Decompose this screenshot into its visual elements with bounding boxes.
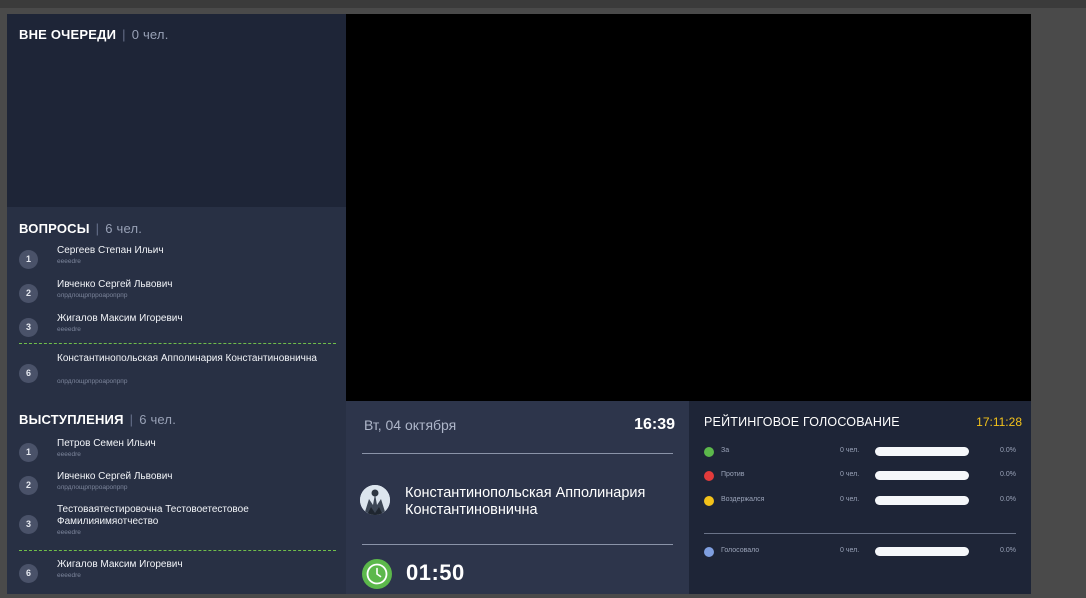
vote-bar — [875, 547, 969, 556]
vote-count: 0 чел. — [840, 471, 860, 478]
person-subtitle: eeeedre — [57, 529, 81, 536]
list-item[interactable]: 1 Сергеев Степан Ильич eeeedre — [19, 245, 339, 275]
separator — [362, 453, 673, 454]
divider: | — [129, 412, 134, 427]
separator — [704, 533, 1016, 534]
current-speaker-panel: Вт, 04 октября 16:39 Константинопольская… — [346, 401, 689, 594]
vote-label: Против — [721, 471, 745, 478]
queue-number: 6 — [19, 564, 38, 583]
speeches-count: 6 чел. — [139, 412, 177, 427]
vote-title: РЕЙТИНГОВОЕ ГОЛОСОВАНИЕ — [704, 415, 900, 429]
out-of-queue-count: 0 чел. — [131, 27, 169, 42]
queue-number: 1 — [19, 250, 38, 269]
speeches-header: ВЫСТУПЛЕНИЯ | 6 чел. — [19, 412, 176, 427]
list-item[interactable]: 3 Тестоваятестировочна Тестовоетестовое … — [19, 504, 339, 544]
queue-number: 3 — [19, 515, 38, 534]
queue-divider — [19, 550, 336, 551]
vote-percent: 0.0% — [1000, 547, 1016, 554]
questions-header: ВОПРОСЫ | 6 чел. — [19, 221, 142, 236]
person-name: Сергеев Степан Ильич — [57, 245, 164, 256]
divider: | — [95, 221, 100, 236]
list-item[interactable]: 1 Петров Семен Ильич eeeedre — [19, 438, 339, 468]
person-subtitle: олрдлощрпрроаропрпр — [57, 378, 128, 385]
list-item[interactable]: 2 Ивченко Сергей Львович олрдлощрпрроаро… — [19, 279, 339, 309]
speech-timer: 01:50 — [406, 560, 465, 585]
questions-count: 6 чел. — [105, 221, 143, 236]
vote-bar — [875, 471, 969, 480]
top-bar — [0, 0, 1086, 8]
person-subtitle: олрдлощрпрроаропрпр — [57, 484, 128, 491]
current-time: 16:39 — [634, 416, 675, 433]
person-name: Константинопольская Апполинария Констант… — [57, 353, 317, 364]
person-subtitle: eeeedre — [57, 258, 81, 265]
vote-row-abstained: Воздержался 0 чел. 0.0% — [704, 495, 1024, 509]
queue-number: 1 — [19, 443, 38, 462]
vote-label: Голосовало — [721, 547, 760, 554]
vote-row-total: Голосовало 0 чел. 0.0% — [704, 546, 1024, 560]
person-subtitle: олрдлощрпрроаропрпр — [57, 292, 128, 299]
list-item[interactable]: 3 Жигалов Максим Игоревич eeeedre — [19, 313, 339, 343]
vote-percent: 0.0% — [1000, 447, 1016, 454]
queue-number: 2 — [19, 476, 38, 495]
vote-label: За — [721, 447, 730, 454]
person-name: Жигалов Максим Игоревич — [57, 559, 183, 570]
video-area[interactable] — [346, 14, 1031, 401]
person-subtitle: eeeedre — [57, 326, 81, 333]
vote-bar — [875, 496, 969, 505]
speaker-avatar — [360, 485, 390, 515]
current-date: Вт, 04 октября — [364, 417, 457, 433]
speeches-title: ВЫСТУПЛЕНИЯ — [19, 412, 124, 427]
display-frame: ВНЕ ОЧЕРЕДИ | 0 чел. ВОПРОСЫ | 6 чел. 1 Серг… — [7, 14, 1031, 594]
vote-percent: 0.0% — [1000, 471, 1016, 478]
clock-icon — [362, 559, 392, 589]
person-subtitle: eeeedre — [57, 451, 81, 458]
out-of-queue-panel: ВНЕ ОЧЕРЕДИ | 0 чел. — [7, 14, 346, 207]
separator — [362, 544, 673, 545]
person-name: Петров Семен Ильич — [57, 438, 156, 449]
person-name: Ивченко Сергей Львович — [57, 279, 173, 290]
person-subtitle: eeeedre — [57, 572, 81, 579]
vote-row-against: Против 0 чел. 0.0% — [704, 470, 1024, 484]
vote-time: 17:11:28 — [976, 415, 1022, 429]
queue-divider — [19, 343, 336, 344]
person-name: Тестоваятестировочна Тестовоетестовое Фа… — [57, 504, 249, 527]
person-name: Ивченко Сергей Львович — [57, 471, 173, 482]
person-name: Жигалов Максим Игоревич — [57, 313, 183, 324]
speaker-name: Константинопольская Апполинария Констант… — [405, 485, 646, 518]
rating-vote-panel: РЕЙТИНГОВОЕ ГОЛОСОВАНИЕ 17:11:28 За 0 че… — [689, 401, 1031, 594]
status-dot — [704, 496, 714, 506]
status-dot — [704, 447, 714, 457]
list-item[interactable]: 6 Константинопольская Апполинария Конста… — [19, 353, 339, 393]
vote-count: 0 чел. — [840, 547, 860, 554]
status-dot — [704, 547, 714, 557]
questions-title: ВОПРОСЫ — [19, 221, 90, 236]
out-of-queue-header: ВНЕ ОЧЕРЕДИ | 0 чел. — [19, 27, 169, 42]
queue-number: 2 — [19, 284, 38, 303]
vote-bar — [875, 447, 969, 456]
queue-number: 6 — [19, 364, 38, 383]
status-dot — [704, 471, 714, 481]
speeches-panel: ВЫСТУПЛЕНИЯ | 6 чел. 1 Петров Семен Ильич … — [7, 401, 346, 594]
out-of-queue-title: ВНЕ ОЧЕРЕДИ — [19, 27, 117, 42]
vote-row-for: За 0 чел. 0.0% — [704, 446, 1024, 460]
list-item[interactable]: 2 Ивченко Сергей Львович олрдлощрпрроаро… — [19, 471, 339, 501]
list-item[interactable]: 6 Жигалов Максим Игоревич eeeedre — [19, 559, 339, 589]
vote-count: 0 чел. — [840, 447, 860, 454]
queue-number: 3 — [19, 318, 38, 337]
vote-count: 0 чел. — [840, 496, 860, 503]
speaker-photo — [360, 485, 390, 515]
vote-label: Воздержался — [721, 496, 765, 503]
questions-panel: ВОПРОСЫ | 6 чел. 1 Сергеев Степан Ильич ee… — [7, 207, 346, 401]
divider: | — [122, 27, 126, 42]
vote-percent: 0.0% — [1000, 496, 1016, 503]
